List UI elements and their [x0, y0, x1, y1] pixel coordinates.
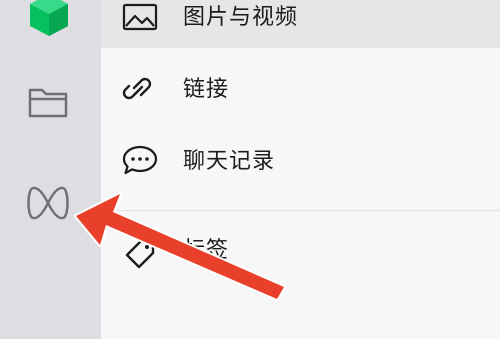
menu-item-label: 链接	[183, 77, 230, 102]
app-cube-icon[interactable]	[27, 0, 71, 38]
image-icon	[122, 3, 158, 31]
menu-item-chat-history[interactable]: 聊天记录	[101, 134, 500, 210]
menu-item-label: 标签	[183, 238, 230, 263]
main-panel: 图片与视频 链接 聊天记录 标签	[101, 0, 500, 339]
menu-item-label: 图片与视频	[183, 5, 299, 30]
menu-item-images-videos[interactable]: 图片与视频	[101, 0, 500, 48]
menu-item-links[interactable]: 链接	[101, 48, 500, 134]
menu-item-label: 聊天记录	[183, 149, 276, 174]
left-sidebar	[0, 0, 101, 339]
menu-item-tags[interactable]: 标签	[101, 211, 500, 301]
mini-program-icon[interactable]	[25, 183, 71, 223]
tag-icon	[125, 239, 155, 269]
folder-icon[interactable]	[27, 84, 69, 120]
link-icon	[122, 77, 152, 100]
chat-bubble-icon	[122, 145, 158, 175]
